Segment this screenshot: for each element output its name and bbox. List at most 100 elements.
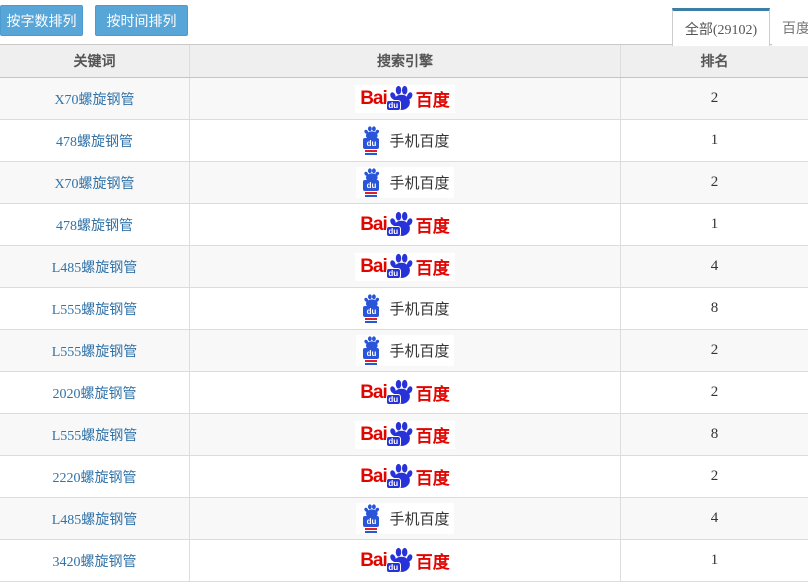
engine-cell: Bai du 百度 — [190, 204, 621, 245]
rank-cell: 2 — [621, 330, 808, 371]
sort-by-wordcount-button[interactable]: 按字数排列 — [0, 5, 83, 36]
baidu-mobile-logo: du 手机百度 — [356, 167, 453, 198]
baidu-du-badge: du — [386, 226, 401, 237]
engine-cell: Bai du 百度 — [190, 414, 621, 455]
column-header-keyword: 关键词 — [0, 45, 190, 77]
engine-cell: Bai du 百度 — [190, 246, 621, 287]
mobile-icon-blue-bar — [365, 153, 377, 155]
sort-by-time-button[interactable]: 按时间排列 — [95, 5, 188, 36]
rank-cell: 1 — [621, 540, 808, 581]
mobile-icon-blue-bar — [365, 363, 377, 365]
keyword-cell: 478螺旋钢管 — [0, 204, 190, 245]
engine-cell: du 手机百度 — [190, 498, 621, 539]
baidu-logo-cn-text: 百度 — [416, 422, 450, 447]
rank-cell: 2 — [621, 456, 808, 497]
baidu-pc-logo: Bai du 百度 — [355, 253, 455, 281]
baidu-du-badge: du — [386, 562, 401, 573]
table-row: 3420螺旋钢管 Bai du 百度 1 — [0, 540, 808, 582]
keyword-cell: 2020螺旋钢管 — [0, 372, 190, 413]
rank-value: 8 — [711, 300, 719, 317]
tab-all[interactable]: 全部(29102) — [672, 8, 770, 46]
baidu-logo-cn-text: 百度 — [416, 548, 450, 573]
baidu-du-badge: du — [386, 478, 401, 489]
engine-cell: du 手机百度 — [190, 330, 621, 371]
table-row: 478螺旋钢管 Bai du 百度 1 — [0, 204, 808, 246]
baidu-logo-cn-text: 百度 — [416, 212, 450, 237]
rank-value: 1 — [711, 132, 719, 149]
keyword-link[interactable]: X70螺旋钢管 — [54, 89, 134, 109]
keyword-cell: L555螺旋钢管 — [0, 330, 190, 371]
baidu-logo-cn-text: 百度 — [416, 86, 450, 111]
keyword-link[interactable]: 478螺旋钢管 — [56, 131, 133, 151]
engine-cell: Bai du 百度 — [190, 372, 621, 413]
keyword-link[interactable]: L555螺旋钢管 — [52, 341, 138, 361]
page: 按字数排列 按时间排列 全部(29102) 百度 关键词 搜索引擎 排名 X70… — [0, 0, 808, 583]
rank-cell: 8 — [621, 414, 808, 455]
baidu-pc-logo: Bai du 百度 — [355, 85, 455, 113]
keyword-link[interactable]: L485螺旋钢管 — [52, 257, 138, 277]
table-row: X70螺旋钢管 Bai du 百度 2 — [0, 78, 808, 120]
baidu-mobile-app-icon: du — [360, 504, 382, 533]
rank-cell: 4 — [621, 246, 808, 287]
baidu-du-badge: du — [363, 348, 379, 359]
keyword-link[interactable]: 2220螺旋钢管 — [53, 467, 137, 487]
baidu-du-badge: du — [363, 180, 379, 191]
keyword-link[interactable]: L555螺旋钢管 — [52, 425, 138, 445]
rank-cell: 2 — [621, 372, 808, 413]
engine-cell: Bai du 百度 — [190, 540, 621, 581]
keyword-link[interactable]: L485螺旋钢管 — [52, 509, 138, 529]
mobile-icon-red-bar — [365, 360, 377, 362]
keyword-cell: L485螺旋钢管 — [0, 246, 190, 287]
keyword-cell: L485螺旋钢管 — [0, 498, 190, 539]
table-body: X70螺旋钢管 Bai du 百度 2 478螺旋钢管 — [0, 78, 808, 582]
mobile-icon-red-bar — [365, 528, 377, 530]
baidu-logo-bai-text: Bai — [360, 256, 387, 278]
rank-cell: 2 — [621, 78, 808, 119]
keyword-rank-table: 关键词 搜索引擎 排名 X70螺旋钢管 Bai du 百度 2 — [0, 44, 808, 582]
keyword-cell: 2220螺旋钢管 — [0, 456, 190, 497]
mobile-icon-red-bar — [365, 192, 377, 194]
mobile-baidu-label: 手机百度 — [389, 172, 449, 193]
keyword-link[interactable]: 3420螺旋钢管 — [53, 551, 137, 571]
baidu-pc-logo: Bai du 百度 — [355, 379, 455, 407]
baidu-du-badge: du — [386, 268, 401, 279]
baidu-logo-cn-text: 百度 — [416, 254, 450, 279]
baidu-logo-bai-text: Bai — [360, 88, 387, 110]
baidu-du-badge: du — [386, 436, 401, 447]
table-row: 2220螺旋钢管 Bai du 百度 2 — [0, 456, 808, 498]
baidu-pc-logo: Bai du 百度 — [355, 547, 455, 575]
keyword-cell: L555螺旋钢管 — [0, 414, 190, 455]
keyword-link[interactable]: L555螺旋钢管 — [52, 299, 138, 319]
rank-value: 1 — [711, 216, 719, 233]
engine-cell: Bai du 百度 — [190, 78, 621, 119]
rank-value: 2 — [711, 342, 719, 359]
mobile-baidu-label: 手机百度 — [389, 508, 449, 529]
baidu-logo-bai-text: Bai — [360, 424, 387, 446]
keyword-cell: X70螺旋钢管 — [0, 78, 190, 119]
rank-cell: 1 — [621, 120, 808, 161]
rank-value: 1 — [711, 552, 719, 569]
table-row: X70螺旋钢管 du 手机百度 2 — [0, 162, 808, 204]
keyword-link[interactable]: X70螺旋钢管 — [54, 173, 134, 193]
rank-value: 2 — [711, 468, 719, 485]
baidu-mobile-logo: du 手机百度 — [356, 503, 453, 534]
keyword-link[interactable]: 478螺旋钢管 — [56, 215, 133, 235]
mobile-icon-red-bar — [365, 318, 377, 320]
baidu-pc-logo: Bai du 百度 — [355, 211, 455, 239]
mobile-icon-blue-bar — [365, 531, 377, 533]
mobile-baidu-label: 手机百度 — [389, 298, 449, 319]
keyword-cell: L555螺旋钢管 — [0, 288, 190, 329]
baidu-logo-bai-text: Bai — [360, 466, 387, 488]
tab-baidu[interactable]: 百度 — [772, 9, 808, 46]
table-row: L555螺旋钢管 du 手机百度 8 — [0, 288, 808, 330]
rank-cell: 2 — [621, 162, 808, 203]
baidu-logo-bai-text: Bai — [360, 382, 387, 404]
baidu-logo-bai-text: Bai — [360, 214, 387, 236]
keyword-link[interactable]: 2020螺旋钢管 — [53, 383, 137, 403]
table-header-row: 关键词 搜索引擎 排名 — [0, 45, 808, 78]
baidu-mobile-app-icon: du — [360, 294, 382, 323]
baidu-mobile-logo: du 手机百度 — [356, 335, 453, 366]
mobile-icon-blue-bar — [365, 195, 377, 197]
rank-cell: 1 — [621, 204, 808, 245]
rank-value: 2 — [711, 384, 719, 401]
